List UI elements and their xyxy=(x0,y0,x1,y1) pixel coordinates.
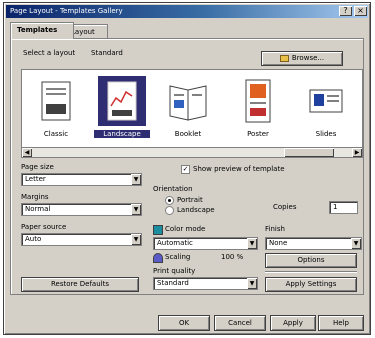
finish-label: Finish xyxy=(265,225,285,233)
apply-button[interactable]: Apply xyxy=(270,315,316,331)
browse-button-label: Browse... xyxy=(291,54,325,62)
color-mode-label: Color mode xyxy=(165,225,206,233)
filter-value[interactable]: Standard xyxy=(91,49,123,57)
tab-templates[interactable]: Templates xyxy=(10,22,74,39)
finish-select[interactable]: None ▼ xyxy=(265,237,362,250)
scaling-label: Scaling xyxy=(165,253,191,261)
copies-value: 1 xyxy=(333,203,338,211)
gallery-item-poster[interactable]: Poster xyxy=(230,74,286,144)
gallery-item-label: Landscape xyxy=(94,130,150,138)
gallery-item-landscape[interactable]: Landscape xyxy=(94,74,150,144)
orientation-portrait-label: Portrait xyxy=(177,196,203,204)
preview-checkbox[interactable]: ✓ xyxy=(181,165,190,174)
quality-value: Standard xyxy=(157,279,189,287)
page-size-label: Page size xyxy=(21,163,54,171)
page-size-select[interactable]: Letter ▼ xyxy=(21,173,142,186)
browse-button[interactable]: Browse... xyxy=(261,51,343,66)
color-mode-value: Automatic xyxy=(157,239,193,247)
cancel-button[interactable]: Cancel xyxy=(214,315,266,331)
chevron-down-icon[interactable]: ▼ xyxy=(247,238,257,249)
margins-value: Normal xyxy=(25,205,51,213)
document-icon xyxy=(32,76,80,126)
book-icon xyxy=(164,76,212,126)
gallery-item-label: Poster xyxy=(247,130,269,138)
help-footer-button[interactable]: Help xyxy=(318,315,364,331)
gallery-item-label: Slides xyxy=(315,130,337,138)
gallery-item-label: Classic xyxy=(43,130,69,138)
slides-icon xyxy=(302,76,350,126)
paper-source-select[interactable]: Auto ▼ xyxy=(21,233,142,246)
gallery-item-label: Booklet xyxy=(174,130,202,138)
quality-select[interactable]: Standard ▼ xyxy=(153,277,258,290)
gallery-item-slides[interactable]: Slides xyxy=(298,74,354,144)
scaling-value[interactable]: 100 % xyxy=(221,253,243,261)
poster-icon xyxy=(234,76,282,126)
paper-source-label: Paper source xyxy=(21,223,67,231)
copies-spinner[interactable]: 1 xyxy=(329,201,358,214)
scroll-left-icon[interactable]: ◀ xyxy=(22,148,32,157)
ok-button[interactable]: OK xyxy=(158,315,210,331)
margins-label: Margins xyxy=(21,193,49,201)
page-size-value: Letter xyxy=(25,175,46,183)
chevron-down-icon[interactable]: ▼ xyxy=(131,174,141,185)
quality-label: Print quality xyxy=(153,267,196,275)
gallery-scrollbar[interactable]: ◀ ▶ xyxy=(21,147,363,158)
copies-label: Copies xyxy=(273,203,297,211)
chevron-down-icon[interactable]: ▼ xyxy=(131,204,141,215)
template-gallery[interactable]: Classic Landscape Booklet Poster Slides xyxy=(21,69,363,149)
dialog-window: Page Layout - Templates Gallery ? × Temp… xyxy=(3,2,371,335)
scaling-icon xyxy=(153,253,163,263)
folder-icon xyxy=(279,54,289,62)
scroll-right-icon[interactable]: ▶ xyxy=(352,148,362,157)
close-button[interactable]: × xyxy=(354,6,367,16)
scroll-thumb[interactable] xyxy=(284,148,334,157)
help-button[interactable]: ? xyxy=(339,6,352,16)
apply-settings-button[interactable]: Apply Settings xyxy=(265,277,357,292)
title-bar[interactable]: Page Layout - Templates Gallery ? × xyxy=(6,5,368,18)
color-mode-icon xyxy=(153,225,163,235)
chart-document-icon xyxy=(98,76,146,126)
chevron-down-icon[interactable]: ▼ xyxy=(131,234,141,245)
gallery-item-classic[interactable]: Classic xyxy=(28,74,84,144)
tab-panel: Select a layout Standard Browse... Class… xyxy=(10,38,364,295)
orientation-landscape-radio[interactable] xyxy=(165,206,174,215)
paper-source-value: Auto xyxy=(25,235,42,243)
margins-select[interactable]: Normal ▼ xyxy=(21,203,142,216)
finish-value: None xyxy=(269,239,288,247)
restore-defaults-button[interactable]: Restore Defaults xyxy=(21,277,139,292)
orientation-portrait-radio[interactable] xyxy=(165,196,174,205)
separator xyxy=(265,271,357,272)
orientation-label: Orientation xyxy=(153,185,193,193)
filter-label: Select a layout xyxy=(23,49,76,57)
chevron-down-icon[interactable]: ▼ xyxy=(247,278,257,289)
orientation-landscape-label: Landscape xyxy=(177,206,215,214)
color-mode-select[interactable]: Automatic ▼ xyxy=(153,237,258,250)
gallery-item-booklet[interactable]: Booklet xyxy=(160,74,216,144)
preview-checkbox-label: Show preview of template xyxy=(193,165,285,173)
window-title: Page Layout - Templates Gallery xyxy=(10,7,123,15)
options-button[interactable]: Options xyxy=(265,253,357,268)
chevron-down-icon[interactable]: ▼ xyxy=(351,238,361,249)
